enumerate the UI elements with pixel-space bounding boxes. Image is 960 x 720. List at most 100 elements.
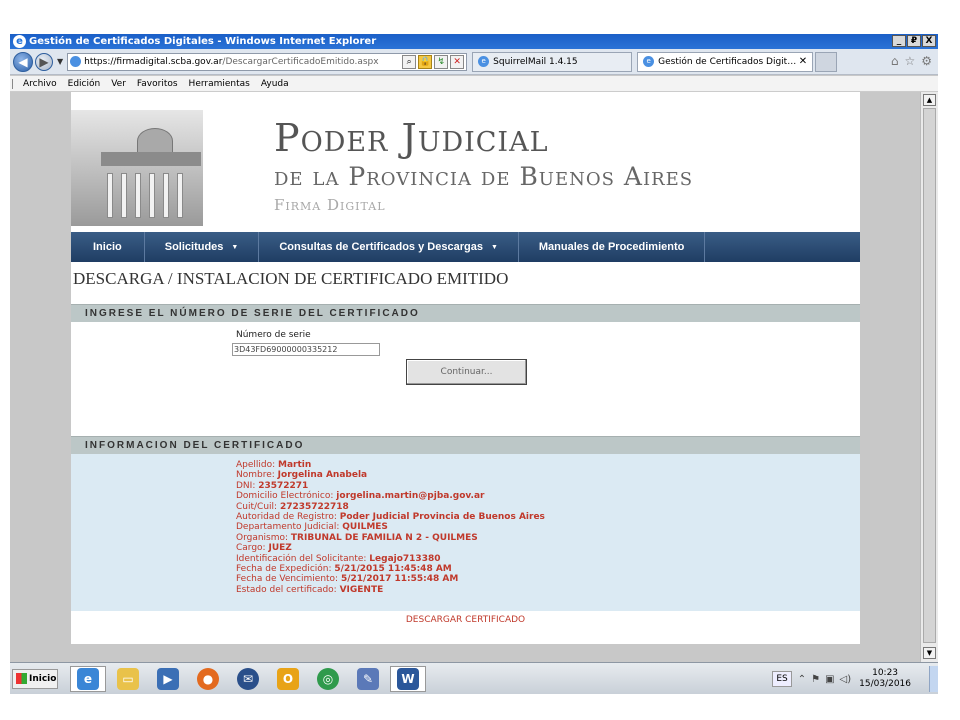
brand-subtitle: de la Provincia de Buenos Aires — [274, 162, 694, 191]
chevron-down-icon: ▼ — [490, 243, 498, 251]
history-dropdown-icon[interactable]: ▼ — [57, 57, 63, 66]
globe-icon: ◎ — [317, 668, 339, 690]
clock-time: 10:23 — [872, 668, 899, 678]
brand-tagline: Firma Digital — [274, 196, 386, 214]
back-arrow-icon: ◀ — [18, 54, 28, 69]
nav-inicio[interactable]: Inicio — [71, 232, 145, 262]
menu-edicion[interactable]: Edición — [68, 79, 101, 89]
flag-notification-icon[interactable]: ⚑ — [811, 674, 820, 685]
show-desktop-button[interactable] — [929, 666, 938, 692]
download-certificate-link[interactable]: DESCARGAR CERTIFICADO — [71, 615, 860, 625]
minimize-button[interactable]: _ — [892, 35, 906, 47]
info-cargo: Cargo: JUEZ — [236, 543, 292, 554]
browser-right-icons: ⌂ ☆ ⚙ — [891, 54, 932, 68]
word-icon: W — [397, 668, 419, 690]
clock-date: 15/03/2016 — [859, 679, 911, 689]
volume-icon[interactable]: ◁) — [840, 674, 852, 685]
network-icon[interactable]: ▣ — [825, 674, 834, 685]
window-title: Gestión de Certificados Digitales - Wind… — [29, 36, 377, 47]
address-bar[interactable]: https:// firmadigital.scba.gov.ar /Desca… — [67, 52, 468, 71]
tab-squirrelmail[interactable]: e SquirrelMail 1.4.15 — [472, 51, 633, 72]
taskbar-ie[interactable]: e — [70, 666, 106, 692]
section-info-header: INFORMACION DEL CERTIFICADO — [71, 436, 860, 454]
menu-ver[interactable]: Ver — [111, 79, 126, 89]
tab-favicon-icon: e — [643, 56, 655, 67]
start-button[interactable]: Inicio — [12, 669, 58, 689]
compat-view-icon[interactable]: ↯ — [434, 54, 449, 69]
nav-solicitudes[interactable]: Solicitudes ▼ — [145, 232, 260, 262]
continue-button[interactable]: Continuar... — [406, 359, 527, 385]
page-viewport: Poder Judicial de la Provincia de Buenos… — [10, 92, 920, 662]
tab-label: Gestión de Certificados Digit… — [658, 56, 797, 67]
close-button[interactable]: X — [922, 35, 936, 47]
browser-nav-bar: ◀ ▶ ▼ https:// firmadigital.scba.gov.ar … — [10, 49, 938, 75]
info-estado: Estado del certificado: VIGENTE — [236, 584, 384, 595]
certificate-info-list: Apellido: Martin Nombre: Jorgelina Anabe… — [236, 460, 545, 595]
address-host: firmadigital.scba.gov.ar — [116, 56, 223, 67]
windows-flag-icon — [16, 673, 27, 684]
new-tab-button[interactable] — [815, 51, 838, 72]
screenshot: e Gestión de Certificados Digitales - Wi… — [10, 34, 938, 694]
ie-logo-icon: e — [13, 35, 26, 48]
media-player-icon: ▶ — [157, 668, 179, 690]
taskbar-media[interactable]: ▶ — [150, 666, 186, 692]
back-button[interactable]: ◀ — [13, 51, 33, 72]
nav-consultas[interactable]: Consultas de Certificados y Descargas ▼ — [259, 232, 519, 262]
window-controls: _ ₽ X — [892, 35, 936, 47]
lock-icon[interactable]: 🔒 — [418, 54, 433, 69]
scroll-thumb[interactable] — [923, 108, 936, 643]
home-icon[interactable]: ⌂ — [891, 54, 899, 68]
taskbar-explorer[interactable]: ▭ — [110, 666, 146, 692]
info-fecha-expedicion: Fecha de Expedición: 5/21/2015 11:45:48 … — [236, 564, 452, 575]
taskbar-network[interactable]: ◎ — [310, 666, 346, 692]
menu-herramientas[interactable]: Herramientas — [189, 79, 250, 89]
menu-favoritos[interactable]: Favoritos — [137, 79, 178, 89]
maximize-button[interactable]: ₽ — [907, 35, 921, 47]
info-identificacion: Identificación del Solicitante: Legajo71… — [236, 553, 441, 564]
taskbar-outlook[interactable]: O — [270, 666, 306, 692]
menu-archivo[interactable]: Archivo — [12, 78, 57, 89]
tab-close-icon[interactable]: ✕ — [799, 56, 807, 67]
stop-icon[interactable]: ✕ — [450, 54, 465, 69]
tab-gestion-certificados[interactable]: e Gestión de Certificados Digit… ✕ — [637, 51, 814, 72]
tray-icons: ⌃ ⚑ ▣ ◁) — [798, 674, 851, 685]
address-scheme: https:// — [84, 56, 117, 67]
language-indicator[interactable]: ES — [772, 671, 792, 687]
scroll-up-icon[interactable]: ▲ — [923, 94, 936, 106]
taskbar-firefox[interactable]: ● — [190, 666, 226, 692]
nav-label: Solicitudes — [164, 241, 224, 253]
address-tools: ⌕ 🔒 ↯ ✕ — [402, 54, 466, 69]
serial-input[interactable] — [232, 343, 380, 356]
info-organismo: Organismo: TRIBUNAL DE FAMILIA N 2 - QUI… — [236, 532, 478, 543]
nav-manuales[interactable]: Manuales de Procedimiento — [519, 232, 706, 262]
info-dni: DNI: 23572271 — [236, 480, 309, 491]
taskbar-word[interactable]: W — [390, 666, 426, 692]
favorites-star-icon[interactable]: ☆ — [904, 54, 915, 68]
nav-label: Inicio — [93, 241, 122, 253]
scroll-down-icon[interactable]: ▼ — [923, 647, 936, 659]
forward-arrow-icon: ▶ — [39, 54, 49, 69]
info-nombre: Nombre: Jorgelina Anabela — [236, 470, 368, 481]
forward-button[interactable]: ▶ — [35, 52, 53, 71]
taskbar-thunderbird[interactable]: ✉ — [230, 666, 266, 692]
chevron-up-icon[interactable]: ⌃ — [798, 674, 806, 685]
nav-label: Manuales de Procedimiento — [538, 241, 685, 253]
start-label: Inicio — [29, 674, 57, 684]
mail-client-icon: ✉ — [237, 668, 259, 690]
chevron-down-icon: ▼ — [231, 243, 239, 251]
gear-icon[interactable]: ⚙ — [921, 54, 932, 68]
system-clock[interactable]: 10:23 15/03/2016 — [859, 668, 911, 690]
info-domicilio: Domicilio Electrónico: jorgelina.martin@… — [236, 491, 485, 502]
menu-ayuda[interactable]: Ayuda — [261, 79, 289, 89]
folder-icon: ▭ — [117, 668, 139, 690]
vertical-scrollbar[interactable]: ▲ ▼ — [920, 92, 938, 662]
system-tray: ES ⌃ ⚑ ▣ ◁) 10:23 15/03/2016 — [772, 663, 938, 694]
outlook-icon: O — [277, 668, 299, 690]
search-icon[interactable]: ⌕ — [402, 54, 417, 69]
taskbar-editor[interactable]: ✎ — [350, 666, 386, 692]
menu-bar: Archivo Edición Ver Favoritos Herramient… — [10, 76, 938, 92]
firefox-icon: ● — [197, 668, 219, 690]
nav-label: Consultas de Certificados y Descargas — [279, 241, 483, 253]
site-banner: Poder Judicial de la Provincia de Buenos… — [71, 92, 860, 232]
info-fecha-vencimiento: Fecha de Vencimiento: 5/21/2017 11:55:48… — [236, 574, 459, 585]
